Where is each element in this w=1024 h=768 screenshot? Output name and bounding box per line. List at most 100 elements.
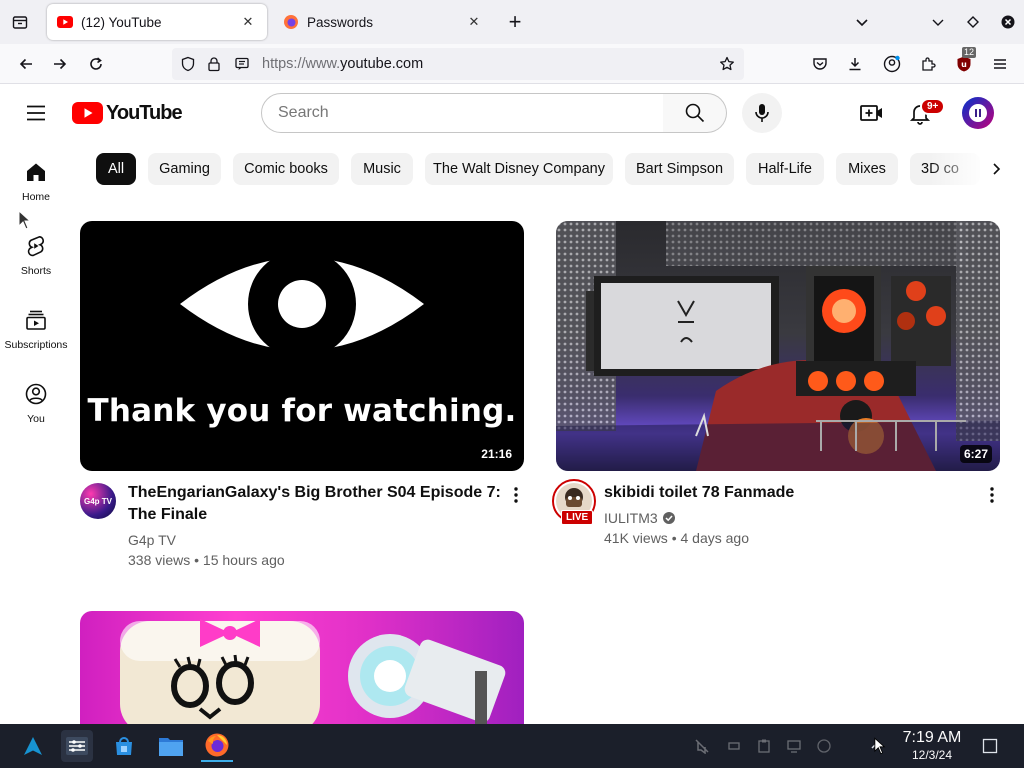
file-manager-icon[interactable] xyxy=(155,730,187,762)
home-icon xyxy=(24,160,48,184)
forward-icon[interactable] xyxy=(46,50,74,78)
video-title[interactable]: skibidi toilet 78 Fanmade xyxy=(604,482,974,504)
channel-name[interactable]: IULITM3 xyxy=(604,508,676,528)
hamburger-menu-icon[interactable] xyxy=(24,101,48,125)
avatar[interactable] xyxy=(962,97,994,129)
mouse-cursor-icon xyxy=(18,209,32,235)
url-scheme: https://www. xyxy=(262,56,341,72)
chip-walt-disney[interactable]: The Walt Disney Company xyxy=(425,153,613,185)
close-window-icon[interactable] xyxy=(996,8,1020,36)
app-launcher-icon[interactable] xyxy=(17,730,49,762)
mouse-cursor-icon xyxy=(874,737,886,760)
sidebar-item-subscriptions[interactable]: Subscriptions xyxy=(0,294,72,368)
cartoon-graphic xyxy=(120,619,506,724)
tab-title: Passwords xyxy=(307,14,374,30)
video-title-line: skibidi toilet 78 Fanmade xyxy=(604,484,795,501)
sidebar-item-home[interactable]: Home xyxy=(0,146,72,220)
shield-icon[interactable] xyxy=(180,56,196,77)
address-bar[interactable]: https://www.youtube.com xyxy=(172,48,744,80)
avatar-pause-icon xyxy=(969,104,987,122)
video-thumbnail[interactable]: Thank you for watching. 21:16 xyxy=(80,221,524,471)
lock-icon[interactable] xyxy=(206,56,222,77)
clock[interactable]: 7:19 AM 12/3/24 xyxy=(892,728,972,762)
chip-gaming[interactable]: Gaming xyxy=(148,153,221,185)
pocket-icon[interactable] xyxy=(806,50,834,78)
video-stats: 41K views • 4 days ago xyxy=(604,530,749,546)
channel-name[interactable]: G4p TV xyxy=(128,530,176,550)
taskbar: 7:19 AM 12/3/24 xyxy=(0,724,1024,768)
notifications-icon[interactable]: 9+ xyxy=(908,98,946,127)
thumbnail-caption: Thank you for watching. xyxy=(87,393,517,429)
chip-mixes[interactable]: Mixes xyxy=(836,153,898,185)
video-title-line: TheEngarianGalaxy's Big Brother S04 Epis… xyxy=(128,484,501,501)
video-stats: 338 views • 15 hours ago xyxy=(128,552,285,568)
chevron-down-icon[interactable] xyxy=(850,8,874,36)
system-settings-icon[interactable] xyxy=(61,730,93,762)
eye-graphic xyxy=(180,250,424,358)
live-badge: LIVE xyxy=(561,510,594,525)
account-icon[interactable] xyxy=(878,50,906,78)
sidebar-item-shorts[interactable]: Shorts xyxy=(0,220,72,294)
discover-store-icon[interactable] xyxy=(108,730,140,762)
youtube-header: YouTube 9+ xyxy=(0,85,1024,141)
firefox-icon[interactable] xyxy=(201,730,233,762)
chip-music[interactable]: Music xyxy=(351,153,413,185)
voice-search-button[interactable] xyxy=(742,93,782,133)
back-icon[interactable] xyxy=(12,50,40,78)
tray-display-icon[interactable] xyxy=(780,730,808,762)
notification-count-badge: 9+ xyxy=(920,98,946,115)
sidebar-item-label: Home xyxy=(21,191,50,203)
tray-updates-icon[interactable] xyxy=(810,730,838,762)
verified-icon xyxy=(662,511,676,525)
channel-avatar[interactable]: G4p TV xyxy=(80,483,116,519)
tray-network-icon[interactable] xyxy=(720,730,748,762)
url-host: youtube.com xyxy=(340,56,424,72)
tab-close-icon[interactable]: ✕ xyxy=(465,13,483,31)
chip-half-life[interactable]: Half-Life xyxy=(746,153,824,185)
browser-nav-bar: https://www.youtube.com u 12 xyxy=(0,44,1024,84)
tray-muted-icon[interactable] xyxy=(688,730,716,762)
more-options-icon[interactable] xyxy=(504,483,528,507)
chip-bart-simpson[interactable]: Bart Simpson xyxy=(625,153,734,185)
url-text[interactable]: https://www.youtube.com xyxy=(262,56,423,72)
shorts-icon xyxy=(24,234,48,258)
search-input[interactable] xyxy=(261,93,664,133)
more-options-icon[interactable] xyxy=(980,483,1004,507)
browser-tab-strip: (12) YouTube ✕ Passwords ✕ + xyxy=(0,0,1024,44)
search-button[interactable] xyxy=(663,93,727,133)
youtube-logo-icon xyxy=(72,102,103,124)
youtube-logo[interactable]: YouTube xyxy=(72,101,183,124)
reload-icon[interactable] xyxy=(82,50,110,78)
video-title[interactable]: TheEngarianGalaxy's Big Brother S04 Epis… xyxy=(128,482,501,526)
youtube-logo-text: YouTube xyxy=(106,101,183,124)
menu-icon[interactable] xyxy=(986,50,1014,78)
sidebar-item-you[interactable]: You xyxy=(0,368,72,442)
video-thumbnail[interactable]: 6:27 xyxy=(556,221,1000,471)
bookmark-star-icon[interactable] xyxy=(719,56,735,77)
tab-passwords[interactable]: Passwords ✕ xyxy=(273,4,493,40)
tray-clipboard-icon[interactable] xyxy=(750,730,778,762)
search-icon xyxy=(684,102,706,124)
chip-all[interactable]: All xyxy=(96,153,136,185)
microphone-icon xyxy=(752,102,772,124)
tab-close-icon[interactable]: ✕ xyxy=(239,13,257,31)
permissions-icon[interactable] xyxy=(234,56,250,77)
sidebar-item-label: Shorts xyxy=(20,265,52,277)
tab-youtube[interactable]: (12) YouTube ✕ xyxy=(47,4,267,40)
extensions-icon[interactable] xyxy=(914,50,942,78)
show-desktop-icon[interactable] xyxy=(978,730,1002,762)
video-thumbnail[interactable] xyxy=(80,611,524,724)
maximize-window-icon[interactable] xyxy=(961,8,985,36)
create-video-icon[interactable] xyxy=(859,101,885,125)
downloads-icon[interactable] xyxy=(841,50,869,78)
clock-time: 7:19 AM xyxy=(902,729,962,746)
ublock-icon[interactable]: u 12 xyxy=(950,47,978,78)
youtube-favicon-icon xyxy=(57,14,73,30)
extension-badge: 12 xyxy=(962,47,977,58)
tab-list-icon[interactable] xyxy=(6,8,34,36)
subscriptions-icon xyxy=(24,308,48,332)
new-tab-button[interactable]: + xyxy=(502,8,528,36)
chip-comic-books[interactable]: Comic books xyxy=(233,153,339,185)
minimize-window-icon[interactable] xyxy=(926,8,950,36)
chevron-right-icon[interactable] xyxy=(984,157,1008,181)
